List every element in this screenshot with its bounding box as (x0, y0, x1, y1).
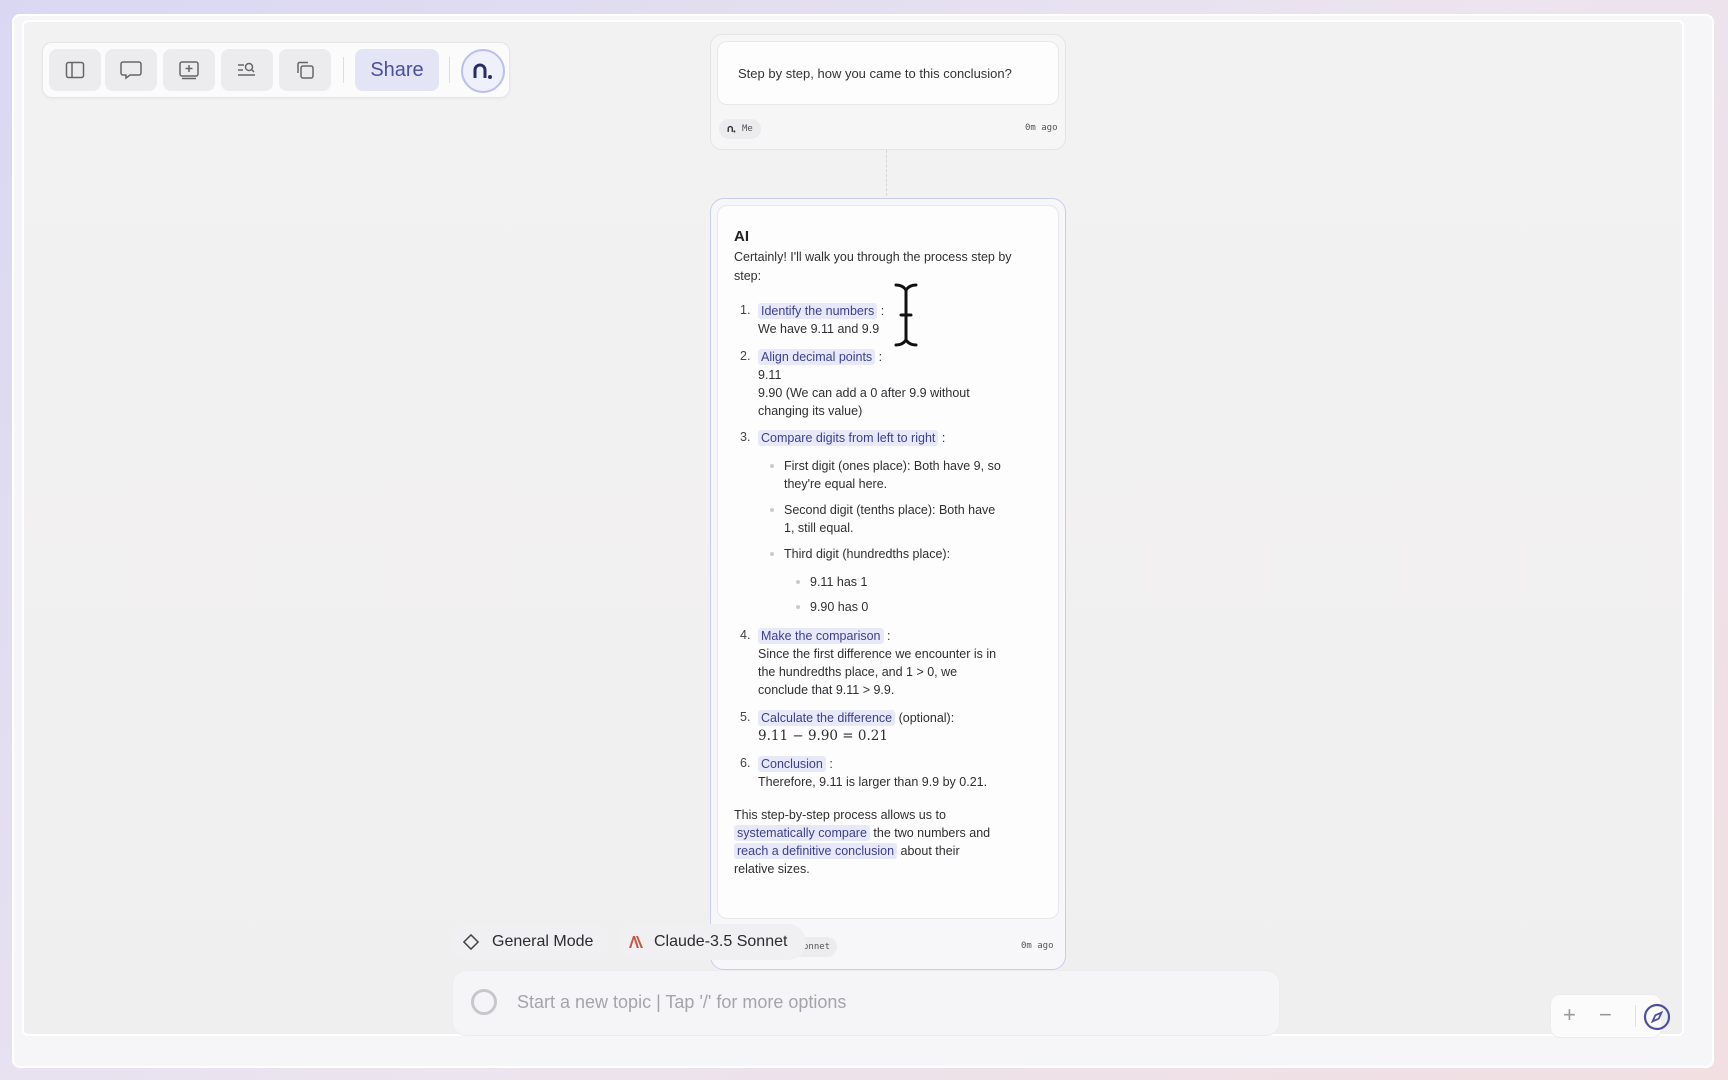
model-chip-text: onnet (803, 942, 831, 952)
answer-intro: Certainly! I'll walk you through the pro… (734, 250, 1012, 283)
sub-bullet-line: 9.90 has 0 (810, 600, 869, 614)
step-number: 3. (740, 430, 751, 444)
toolbar-divider (449, 57, 450, 83)
zoom-in-button[interactable]: + (1563, 1002, 1576, 1028)
sidebar-toggle-button[interactable] (49, 49, 101, 91)
sub-bullet-dot (796, 580, 800, 584)
zoom-out-button[interactable]: − (1599, 1002, 1612, 1028)
general-mode-label: General Mode (492, 933, 594, 950)
step-number: 2. (740, 349, 751, 363)
step-number: 1. (740, 303, 751, 317)
logo-icon (473, 63, 492, 79)
card-connector (886, 150, 887, 196)
toolbar-divider (343, 57, 344, 83)
step-suffix: : (878, 350, 883, 364)
step-body-line: 9.90 (We can add a 0 after 9.9 without (758, 386, 970, 400)
answer-outro-line: relative sizes. (734, 862, 810, 876)
copy-icon (297, 61, 314, 79)
step-suffix: : (880, 304, 885, 318)
author-name: Me (742, 124, 753, 134)
step-4-highlight: Make the comparison (758, 628, 884, 644)
outro-text: the two numbers and (873, 826, 991, 840)
model-selector-chip[interactable]: Claude-3.5 Sonnet (618, 924, 806, 960)
bullet-dot (770, 552, 774, 556)
diamond-icon (462, 933, 480, 951)
step-heading: Make the comparison : (758, 627, 890, 646)
new-chat-button[interactable] (105, 49, 157, 91)
step-number: 6. (740, 756, 751, 770)
step-body-line: Therefore, 9.11 is larger than 9.9 by 0.… (758, 775, 988, 789)
bullet-line: Second digit (tenths place): Both have (784, 503, 996, 517)
bullet-line: 1, still equal. (784, 521, 854, 535)
step-number: 5. (740, 710, 751, 724)
step-heading: Compare digits from left to right : (758, 429, 945, 448)
answer-card[interactable]: AI Certainly! I'll walk you through the … (710, 198, 1066, 970)
logo-icon (727, 125, 736, 133)
zoom-divider (1635, 1005, 1636, 1027)
step-5-highlight: Calculate the difference (758, 710, 896, 726)
new-topic-input[interactable]: Start a new topic | Tap '/' for more opt… (452, 970, 1280, 1036)
step-body-line: conclude that 9.11 > 9.9. (758, 683, 895, 697)
step-body-line: Since the first difference we encounter … (758, 647, 997, 661)
input-placeholder: Start a new topic | Tap '/' for more opt… (517, 992, 847, 1012)
answer-bubble: AI Certainly! I'll walk you through the … (717, 205, 1059, 919)
answer-outro-line: reach a definitive conclusion about thei… (734, 842, 960, 861)
outro-highlight: systematically compare (734, 825, 870, 841)
step-6-highlight: Conclusion (758, 756, 826, 772)
step-body-line: the hundredths place, and 1 > 0, we (758, 665, 958, 679)
step-suffix: : (887, 629, 891, 643)
question-bubble: Step by step, how you came to this concl… (717, 41, 1059, 105)
author-chip: Me (719, 119, 761, 139)
step-body-line: 9.11 (758, 368, 782, 382)
bullet-dot (770, 464, 774, 468)
search-list-button[interactable] (221, 49, 273, 91)
compass-icon[interactable] (1643, 1003, 1671, 1031)
question-timestamp: 0m ago (1025, 123, 1058, 133)
answer-outro-line: This step-by-step process allows us to (734, 808, 946, 822)
step-body-line: We have 9.11 and 9.9 (758, 322, 880, 336)
answer-timestamp: 0m ago (1021, 941, 1054, 951)
sub-bullet-dot (796, 605, 800, 609)
zoom-controls: + − (1550, 994, 1671, 1038)
bullet-dot (770, 508, 774, 512)
model-label: Claude-3.5 Sonnet (654, 933, 788, 950)
add-card-icon (179, 61, 199, 80)
add-card-button[interactable] (163, 49, 215, 91)
general-mode-chip[interactable]: General Mode (452, 924, 608, 960)
math-expression: 9.11 − 9.90 = 0.21 (758, 728, 888, 744)
chat-icon (120, 61, 142, 80)
step-suffix: (optional): (898, 711, 955, 725)
step-3-highlight: Compare digits from left to right (758, 430, 939, 446)
copy-button[interactable] (279, 49, 331, 91)
step-heading: Calculate the difference (optional): (758, 709, 954, 728)
bullet-line: they're equal here. (784, 477, 888, 491)
step-number: 4. (740, 628, 751, 642)
sub-bullet-line: 9.11 has 1 (810, 575, 868, 589)
question-text: Step by step, how you came to this concl… (738, 66, 1012, 81)
outro-highlight: reach a definitive conclusion (734, 843, 898, 859)
answer-title: AI (734, 228, 749, 245)
step-heading: Conclusion : (758, 755, 833, 774)
input-status-icon (471, 989, 497, 1015)
bullet-line: Third digit (hundredths place): (784, 547, 951, 561)
outro-text: about their (900, 844, 960, 858)
answer-outro-line: systematically compare the two numbers a… (734, 824, 990, 843)
step-body-line: changing its value) (758, 404, 863, 418)
toolbar: Share (42, 42, 510, 98)
search-list-icon (238, 62, 255, 76)
question-card[interactable]: Step by step, how you came to this concl… (710, 34, 1066, 150)
text-cursor-icon (893, 282, 919, 348)
avatar[interactable] (461, 49, 505, 93)
step-1-highlight: Identify the numbers (758, 303, 878, 319)
step-2-highlight: Align decimal points (758, 349, 876, 365)
step-suffix: : (941, 431, 946, 445)
share-button[interactable]: Share (355, 49, 439, 91)
step-heading: Identify the numbers : (758, 302, 884, 321)
anthropic-icon (629, 936, 643, 948)
sidebar-icon (65, 61, 85, 79)
step-suffix: : (829, 757, 833, 771)
step-heading: Align decimal points : (758, 348, 882, 367)
bullet-line: First digit (ones place): Both have 9, s… (784, 459, 1001, 473)
